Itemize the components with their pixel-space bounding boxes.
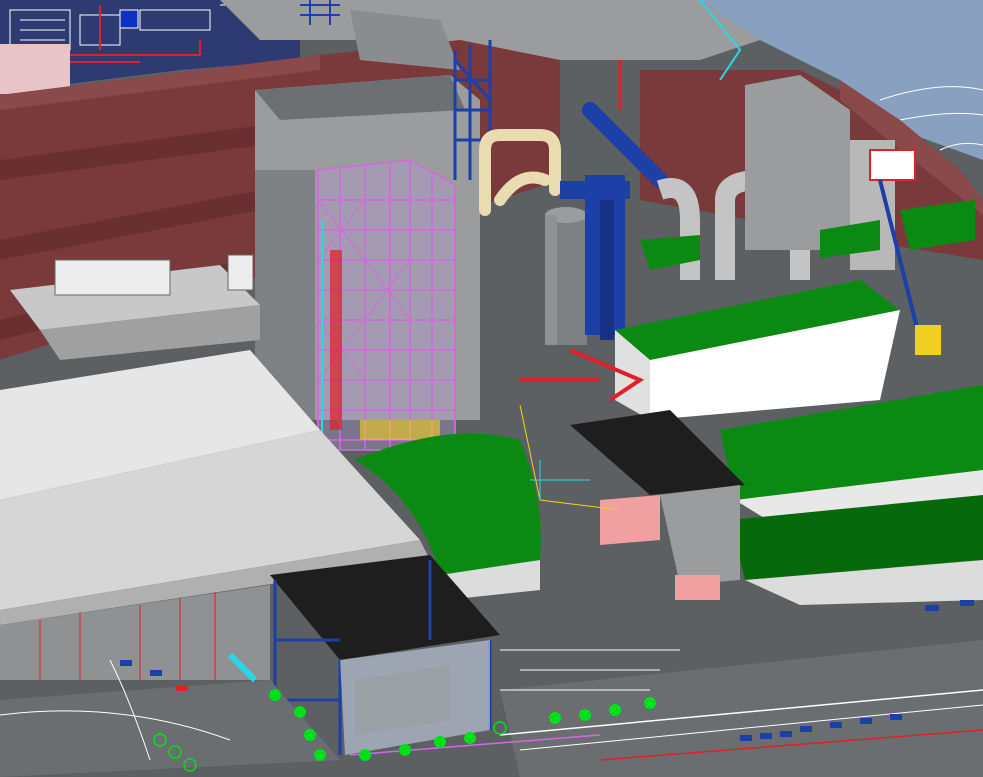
stack-cylinder: [545, 207, 587, 345]
plant-3d-viewport[interactable]: [0, 0, 983, 777]
